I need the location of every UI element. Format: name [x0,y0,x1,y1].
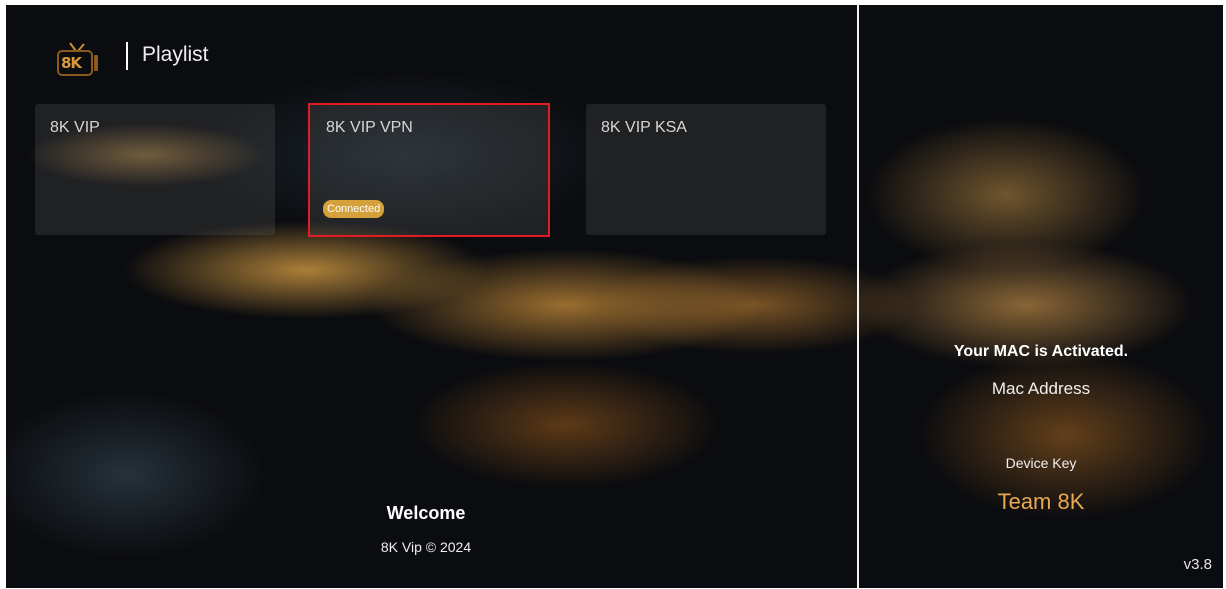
device-key-value: Team 8K [997,489,1085,514]
mac-address-label: Mac Address [991,379,1091,398]
playlist-card-8k-vip[interactable]: 8K VIP [35,104,275,235]
app-screen: 8K Playlist 8K VIP 8K VIP VPN Connected … [6,5,1223,588]
playlist-card-8k-vip-vpn[interactable]: 8K VIP VPN Connected [308,103,550,237]
device-key-label: Device Key [1005,455,1077,471]
activation-panel: Your MAC is Activated. Mac Address Devic… [859,5,1223,588]
playlist-card-label: 8K VIP [50,119,100,136]
header-separator [126,42,128,70]
playlist-card-8k-vip-ksa[interactable]: 8K VIP KSA [586,104,826,235]
playlist-card-label: 8K VIP KSA [601,119,687,136]
page-title: Playlist [142,43,209,66]
logo-text: 8K [61,54,82,72]
mac-status-text: Your MAC is Activated. [953,343,1129,360]
version-label: v3.8 [1183,556,1212,573]
welcome-text: Welcome [386,503,466,523]
copyright-text: 8K Vip © 2024 [380,539,472,555]
app-logo: 8K [56,41,100,77]
playlist-card-label: 8K VIP VPN [326,119,413,136]
connected-badge: Connected [323,200,385,218]
